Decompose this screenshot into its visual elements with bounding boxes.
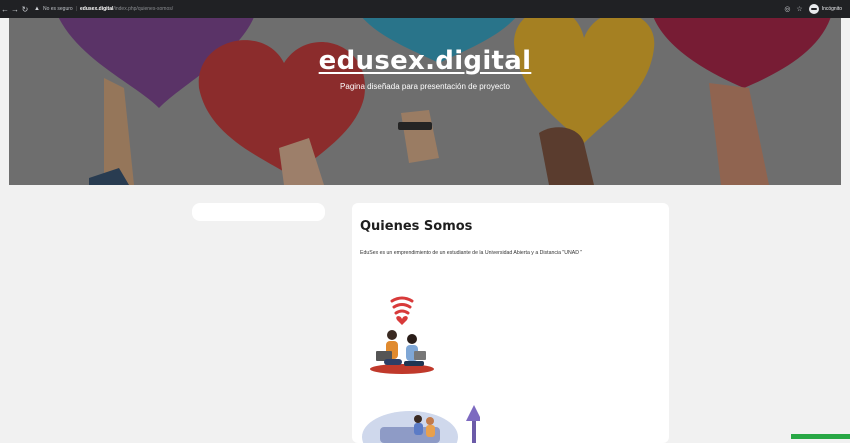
back-arrow-icon[interactable]: ←: [0, 2, 10, 16]
eye-slash-icon[interactable]: ◎: [784, 5, 790, 13]
url-host[interactable]: edusex.digital: [80, 6, 113, 12]
site-subtitle: Pagina diseñada para presentación de pro…: [340, 82, 510, 91]
browser-toolbar: ← → ↻ ▲ No es seguro | edusex.digital /i…: [0, 0, 850, 18]
security-label[interactable]: No es seguro: [43, 6, 73, 12]
reload-icon[interactable]: ↻: [20, 2, 30, 16]
page-description: EduSex es un emprendimiento de un estudi…: [360, 250, 583, 256]
page-title: Quienes Somos: [360, 219, 473, 234]
forward-arrow-icon[interactable]: →: [10, 2, 20, 16]
profile-button[interactable]: Incógnito: [808, 4, 842, 14]
profile-label: Incógnito: [821, 6, 842, 12]
url-path[interactable]: /index.php/quienes-somos/: [113, 6, 173, 12]
address-bar[interactable]: ▲ No es seguro | edusex.digital /index.p…: [34, 2, 173, 16]
warning-icon[interactable]: ▲: [34, 6, 40, 12]
hero-overlay: [9, 18, 841, 185]
site-title-link[interactable]: edusex.digital: [9, 46, 841, 76]
family-illustration: [362, 405, 480, 443]
incognito-icon: [808, 4, 819, 14]
hero-banner: edusex.digital Pagina diseñada para pres…: [9, 18, 841, 185]
floating-action-button[interactable]: [791, 434, 850, 439]
content-card: Quienes Somos EduSex es un emprendimient…: [352, 203, 669, 443]
address-separator: |: [75, 6, 78, 12]
couple-reading-illustration: [370, 296, 434, 374]
wifi-heart-icon: [390, 296, 414, 315]
sidebar-widget: [192, 203, 325, 221]
bookmark-star-icon[interactable]: ☆: [796, 5, 802, 13]
